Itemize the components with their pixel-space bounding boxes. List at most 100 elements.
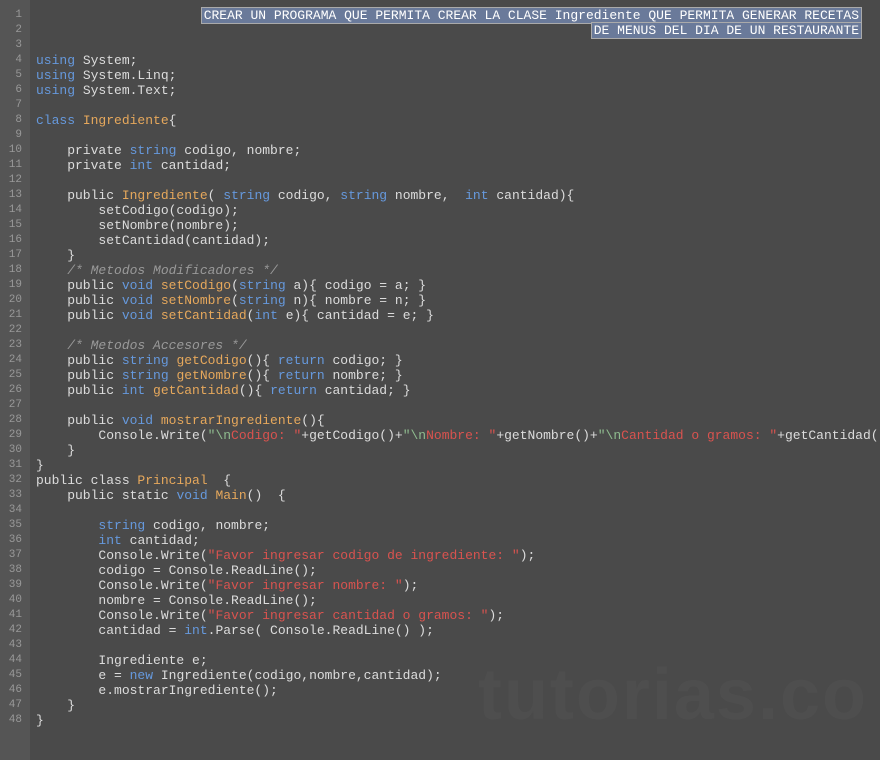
code-token: public bbox=[36, 413, 122, 428]
code-line[interactable]: Console.Write("Favor ingresar cantidad o… bbox=[36, 608, 880, 623]
code-line[interactable]: public string getNombre(){ return nombre… bbox=[36, 368, 880, 383]
code-line[interactable] bbox=[36, 38, 880, 53]
code-line[interactable]: string codigo, nombre; bbox=[36, 518, 880, 533]
code-line[interactable]: DE MENUS DEL DIA DE UN RESTAURANTE bbox=[36, 23, 880, 38]
selected-text[interactable]: DE MENUS DEL DIA DE UN RESTAURANTE bbox=[591, 22, 862, 39]
code-token: public static bbox=[36, 488, 176, 503]
code-line[interactable]: public void setNombre(string n){ nombre … bbox=[36, 293, 880, 308]
code-line[interactable]: } bbox=[36, 458, 880, 473]
line-number: 26 bbox=[4, 383, 22, 398]
code-line[interactable]: /* Metodos Accesores */ bbox=[36, 338, 880, 353]
line-number: 37 bbox=[4, 548, 22, 563]
code-token: new bbox=[130, 668, 161, 683]
code-line[interactable]: } bbox=[36, 698, 880, 713]
code-line[interactable]: Ingrediente e; bbox=[36, 653, 880, 668]
code-token: ( bbox=[231, 293, 239, 308]
code-line[interactable]: cantidad = int.Parse( Console.ReadLine()… bbox=[36, 623, 880, 638]
code-line[interactable]: private string codigo, nombre; bbox=[36, 143, 880, 158]
code-line[interactable]: /* Metodos Modificadores */ bbox=[36, 263, 880, 278]
line-number: 16 bbox=[4, 233, 22, 248]
code-line[interactable]: Console.Write("Favor ingresar codigo de … bbox=[36, 548, 880, 563]
code-token: setCodigo bbox=[161, 278, 231, 293]
line-number: 3 bbox=[4, 38, 22, 53]
code-line[interactable]: setCantidad(cantidad); bbox=[36, 233, 880, 248]
code-editor[interactable]: 1234567891011121314151617181920212223242… bbox=[0, 0, 880, 760]
line-number: 17 bbox=[4, 248, 22, 263]
code-line[interactable]: public void setCantidad(int e){ cantidad… bbox=[36, 308, 880, 323]
code-token: } bbox=[36, 698, 75, 713]
code-token: cantidad; } bbox=[325, 383, 411, 398]
code-line[interactable] bbox=[36, 638, 880, 653]
code-line[interactable]: public void mostrarIngrediente(){ bbox=[36, 413, 880, 428]
line-number-gutter: 1234567891011121314151617181920212223242… bbox=[0, 0, 30, 760]
code-line[interactable]: public int getCantidad(){ return cantida… bbox=[36, 383, 880, 398]
code-token: setCantidad(cantidad); bbox=[36, 233, 270, 248]
code-line[interactable] bbox=[36, 398, 880, 413]
code-line[interactable]: using System.Linq; bbox=[36, 68, 880, 83]
code-line[interactable] bbox=[36, 503, 880, 518]
code-line[interactable]: setCodigo(codigo); bbox=[36, 203, 880, 218]
code-line[interactable]: using System; bbox=[36, 53, 880, 68]
code-line[interactable]: public void setCodigo(string a){ codigo … bbox=[36, 278, 880, 293]
line-number: 6 bbox=[4, 83, 22, 98]
code-token: cantidad; bbox=[130, 533, 200, 548]
line-number: 47 bbox=[4, 698, 22, 713]
code-line[interactable]: using System.Text; bbox=[36, 83, 880, 98]
code-line[interactable]: e = new Ingrediente(codigo,nombre,cantid… bbox=[36, 668, 880, 683]
line-number: 34 bbox=[4, 503, 22, 518]
code-line[interactable]: nombre = Console.ReadLine(); bbox=[36, 593, 880, 608]
code-token: using bbox=[36, 68, 83, 83]
code-line[interactable] bbox=[36, 98, 880, 113]
code-line[interactable]: CREAR UN PROGRAMA QUE PERMITA CREAR LA C… bbox=[36, 8, 880, 23]
code-line[interactable] bbox=[36, 128, 880, 143]
code-content-area[interactable]: CREAR UN PROGRAMA QUE PERMITA CREAR LA C… bbox=[30, 0, 880, 760]
line-number: 1 bbox=[4, 8, 22, 23]
code-token: (){ bbox=[301, 413, 324, 428]
line-number: 10 bbox=[4, 143, 22, 158]
code-token: cantidad; bbox=[161, 158, 231, 173]
code-token: ( bbox=[231, 278, 239, 293]
code-line[interactable]: Console.Write("Favor ingresar nombre: ")… bbox=[36, 578, 880, 593]
code-line[interactable]: public class Principal { bbox=[36, 473, 880, 488]
code-token: nombre; } bbox=[332, 368, 402, 383]
code-token: System.Text; bbox=[83, 83, 177, 98]
code-line[interactable]: public string getCodigo(){ return codigo… bbox=[36, 353, 880, 368]
code-token: (){ bbox=[239, 383, 270, 398]
code-token: void bbox=[176, 488, 215, 503]
code-line[interactable]: int cantidad; bbox=[36, 533, 880, 548]
code-line[interactable]: class Ingrediente{ bbox=[36, 113, 880, 128]
line-number: 21 bbox=[4, 308, 22, 323]
code-token: getCodigo bbox=[176, 353, 246, 368]
code-line[interactable]: } bbox=[36, 713, 880, 728]
code-line[interactable]: public Ingrediente( string codigo, strin… bbox=[36, 188, 880, 203]
code-token: "Favor ingresar codigo de ingrediente: " bbox=[208, 548, 520, 563]
code-token: Main bbox=[215, 488, 246, 503]
code-line[interactable] bbox=[36, 323, 880, 338]
code-line[interactable]: e.mostrarIngrediente(); bbox=[36, 683, 880, 698]
code-line[interactable]: setNombre(nombre); bbox=[36, 218, 880, 233]
code-token: () { bbox=[247, 488, 286, 503]
code-token: public bbox=[36, 278, 122, 293]
code-token: "Favor ingresar nombre: " bbox=[208, 578, 403, 593]
code-token: cantidad){ bbox=[496, 188, 574, 203]
code-line[interactable]: public static void Main() { bbox=[36, 488, 880, 503]
code-line[interactable]: } bbox=[36, 248, 880, 263]
code-line[interactable]: } bbox=[36, 443, 880, 458]
line-number: 39 bbox=[4, 578, 22, 593]
line-number: 29 bbox=[4, 428, 22, 443]
line-number: 19 bbox=[4, 278, 22, 293]
code-line[interactable] bbox=[36, 173, 880, 188]
line-number: 5 bbox=[4, 68, 22, 83]
code-token: void bbox=[122, 278, 161, 293]
code-token: codigo = Console.ReadLine(); bbox=[36, 563, 317, 578]
code-token: public bbox=[36, 383, 122, 398]
code-token: "\n bbox=[403, 428, 426, 443]
code-token: (){ bbox=[247, 368, 278, 383]
code-line[interactable]: private int cantidad; bbox=[36, 158, 880, 173]
code-token: Console.Write( bbox=[36, 548, 208, 563]
code-line[interactable]: codigo = Console.ReadLine(); bbox=[36, 563, 880, 578]
line-number: 14 bbox=[4, 203, 22, 218]
line-number: 31 bbox=[4, 458, 22, 473]
code-token: setNombre bbox=[161, 293, 231, 308]
code-line[interactable]: Console.Write("\nCodigo: "+getCodigo()+"… bbox=[36, 428, 880, 443]
